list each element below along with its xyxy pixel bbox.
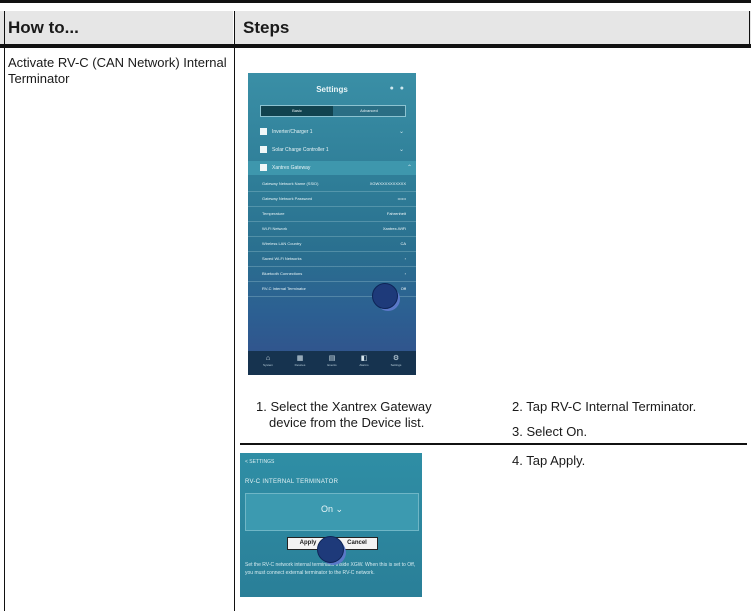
setting-label: Gateway Network Password: [262, 196, 313, 201]
step-1: 1. Select the Xantrex Gateway device fro…: [256, 399, 478, 431]
nav-label: Devices: [294, 363, 306, 367]
chevron-down-icon: ⌄: [335, 504, 344, 514]
tap-indicator-icon: [317, 536, 347, 566]
setting-value: CA: [400, 241, 406, 246]
device-icon: [260, 164, 267, 171]
device-item-gateway[interactable]: Xantrex Gateway ⌃: [248, 161, 416, 175]
table-border-right: [749, 11, 750, 48]
setting-row[interactable]: Gateway Network Password ••••••: [248, 192, 416, 207]
setting-value: ›: [404, 271, 406, 276]
terminator-screenshot: < SETTINGS RV-C INTERNAL TERMINATOR On ⌄…: [240, 453, 422, 597]
header-steps: Steps: [235, 11, 751, 44]
table-header-row: How to... Steps: [0, 11, 751, 44]
nav-label: System: [262, 363, 273, 367]
home-icon: ⌂: [265, 355, 271, 362]
header-how-to: How to...: [0, 11, 233, 44]
step-1-line1: Select the Xantrex Gateway: [270, 399, 432, 414]
top-rule: [0, 0, 751, 3]
gateway-settings-list: Gateway Network Name (SSID) XGWXXXXXXXXXX…: [248, 177, 416, 297]
setting-label: Saved Wi-Fi Networks: [262, 256, 302, 261]
terminator-select[interactable]: On ⌄: [245, 493, 419, 531]
header-icons: ● ●: [389, 85, 406, 92]
setting-value: ••••••: [397, 196, 406, 201]
nav-item-events[interactable]: ▤ Events: [318, 354, 346, 368]
setting-row[interactable]: Bluetooth Connections ›: [248, 267, 416, 282]
setting-label: Wi-Fi Network: [262, 226, 288, 231]
setting-value: ›: [404, 256, 406, 261]
task-description: Activate RV-C (CAN Network) Internal Ter…: [8, 55, 227, 86]
step-1-line2: device from the Device list.: [269, 415, 425, 430]
device-icon: [260, 146, 267, 153]
nav-item-devices[interactable]: ▦ Devices: [286, 354, 314, 368]
alarm-icon: ◧: [360, 355, 368, 362]
bottom-nav: ⌂ System ▦ Devices ▤ Events ◧ Alarms ⚙ Settin…: [248, 351, 416, 375]
setting-label: Bluetooth Connections: [262, 271, 303, 276]
device-icon: [260, 128, 267, 135]
setting-value: XGWXXXXXXXXXX: [369, 181, 406, 186]
step-4: 4. Tap Apply.: [512, 453, 586, 468]
chevron-up-icon: ⌃: [406, 165, 412, 171]
setting-value: Off: [400, 286, 406, 291]
setting-label: Gateway Network Name (SSID): [262, 181, 319, 186]
setting-row[interactable]: Wi-Fi Network Xantrex-WiFi: [248, 222, 416, 237]
tab-advanced[interactable]: Advanced: [333, 106, 405, 116]
settings-tabs: Basic Advanced: [260, 105, 406, 117]
setting-label: Wireless LAN Country: [262, 241, 302, 246]
device-label: Solar Charge Controller 1: [272, 147, 329, 153]
nav-item-settings[interactable]: ⚙ Settings: [382, 354, 410, 368]
nav-label: Settings: [390, 363, 402, 367]
setting-row[interactable]: Temperature Fahrenheit: [248, 207, 416, 222]
step-1-number: 1.: [256, 399, 267, 414]
setting-label: RV-C Internal Terminator: [262, 286, 306, 291]
terminator-selected-value: On ⌄: [320, 504, 344, 514]
tab-basic[interactable]: Basic: [261, 106, 333, 116]
devices-icon: ▦: [296, 355, 304, 362]
setting-row[interactable]: Wireless LAN Country CA: [248, 237, 416, 252]
nav-label: Alarms: [359, 363, 369, 367]
setting-label: Temperature: [262, 211, 285, 216]
device-label: Inverter/Charger 1: [272, 129, 313, 135]
setting-row[interactable]: Saved Wi-Fi Networks ›: [248, 252, 416, 267]
header-rule: [0, 44, 751, 48]
gear-icon: ⚙: [392, 355, 400, 362]
settings-screenshot: Settings ● ● Basic Advanced Inverter/Cha…: [248, 73, 416, 375]
step-3: 3. Select On.: [512, 424, 588, 439]
back-link[interactable]: < SETTINGS: [245, 459, 274, 465]
device-item-solar[interactable]: Solar Charge Controller 1 ⌄: [258, 143, 408, 157]
nav-label: Events: [327, 363, 337, 367]
device-item-inverter[interactable]: Inverter/Charger 1 ⌄: [258, 125, 408, 139]
tap-indicator-icon: [372, 283, 400, 311]
chevron-down-icon: ⌄: [398, 147, 404, 153]
setting-value: Xantrex-WiFi: [382, 226, 406, 231]
step-2: 2. Tap RV-C Internal Terminator.: [512, 399, 697, 414]
table-column-divider: [234, 11, 235, 611]
terminator-title: RV-C INTERNAL TERMINATOR: [245, 479, 339, 485]
setting-value: Fahrenheit: [386, 211, 406, 216]
device-label: Xantrex Gateway: [272, 165, 311, 171]
table-border-left: [4, 11, 5, 611]
step-divider: [500, 443, 747, 445]
nav-item-alarms[interactable]: ◧ Alarms: [350, 354, 378, 368]
step-divider: [240, 443, 500, 445]
events-icon: ▤: [328, 355, 336, 362]
setting-row[interactable]: Gateway Network Name (SSID) XGWXXXXXXXXXX: [248, 177, 416, 192]
chevron-down-icon: ⌄: [398, 129, 404, 135]
nav-item-system[interactable]: ⌂ System: [254, 354, 282, 368]
